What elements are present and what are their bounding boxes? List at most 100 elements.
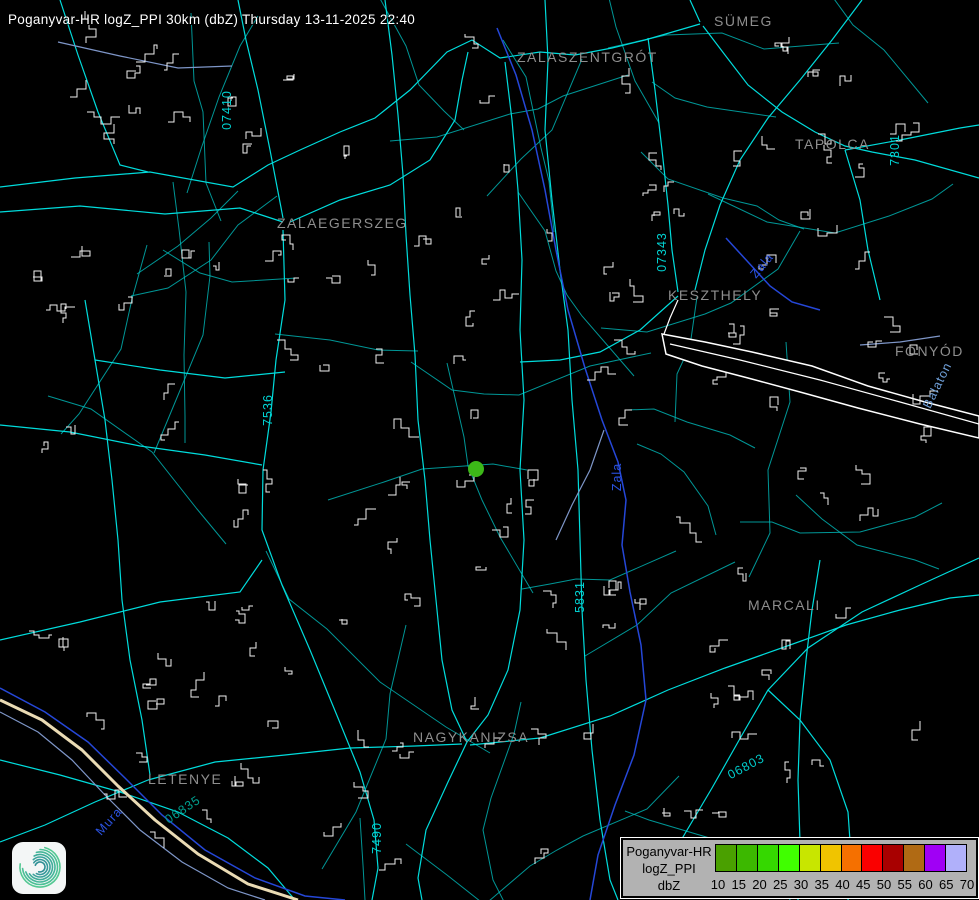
village-outline — [921, 427, 931, 443]
village-outline — [358, 730, 369, 747]
village-outline — [855, 164, 864, 177]
village-outline — [584, 724, 593, 739]
village-outline — [476, 567, 486, 570]
village-outline — [604, 262, 613, 274]
legend-swatch — [737, 845, 758, 871]
radar-map-screen: ZALASZENTGRÓTSÜMEGTAPOLCAZALAEGERSZEGKES… — [0, 0, 979, 900]
logo-arc — [20, 848, 60, 887]
legend-product-label: logZ_PPI — [642, 860, 695, 877]
city-label: LETENYE — [148, 771, 222, 787]
village-outline — [326, 276, 340, 283]
map-canvas: ZALASZENTGRÓTSÜMEGTAPOLCAZALAEGERSZEGKES… — [0, 0, 979, 900]
village-outline — [457, 475, 474, 487]
village-outline — [801, 209, 810, 219]
village-outline — [234, 510, 248, 527]
minor-road — [522, 551, 676, 589]
village-outline — [812, 760, 824, 766]
legend-swatch — [842, 845, 863, 871]
road-number-label: Zala — [610, 463, 624, 491]
village-outline — [268, 721, 278, 728]
village-outline — [739, 691, 753, 700]
village-outline — [884, 317, 900, 332]
legend-tick: 45 — [856, 877, 870, 892]
village-outline — [762, 136, 775, 149]
legend-swatch — [821, 845, 842, 871]
village-outline — [148, 699, 164, 709]
road-number-label: 7490 — [370, 822, 384, 854]
village-outline — [728, 686, 740, 700]
village-outline — [762, 670, 771, 680]
village-outline — [587, 367, 616, 380]
village-outline — [630, 279, 643, 302]
minor-road — [61, 245, 147, 434]
city-label: MARCALI — [748, 597, 821, 613]
city-label: FONYÓD — [895, 343, 964, 359]
village-outline — [635, 599, 646, 610]
road-number-label: 07343 — [655, 232, 669, 272]
minor-road — [518, 192, 634, 376]
village-outline — [405, 594, 420, 606]
village-outline — [785, 762, 790, 783]
minor-road — [173, 182, 186, 443]
village-outline — [860, 508, 878, 521]
village-outline — [454, 356, 466, 364]
legend-tick: 60 — [918, 877, 932, 892]
radar-echo-cell — [468, 461, 484, 477]
village-outline — [42, 442, 48, 453]
minor-road — [275, 334, 418, 351]
village-outline — [713, 373, 726, 384]
village-outline — [394, 419, 419, 437]
village-outline — [402, 482, 410, 489]
village-outline — [215, 696, 226, 706]
village-outline — [182, 250, 195, 258]
village-outline — [379, 859, 401, 870]
legend-swatch — [800, 845, 821, 871]
village-outline — [456, 208, 462, 217]
road-number-label: Balaton — [920, 360, 954, 411]
village-outline — [213, 262, 219, 270]
legend-text-block: Poganyvar-HR logZ_PPI dbZ — [623, 840, 715, 896]
village-outline — [238, 479, 248, 493]
village-outline — [770, 309, 779, 316]
village-outline — [603, 623, 615, 628]
village-outline — [622, 68, 630, 93]
city-label: ZALASZENTGRÓT — [517, 49, 658, 65]
minor-road — [601, 231, 800, 332]
village-outline — [504, 164, 509, 172]
minor-road — [503, 40, 554, 232]
village-outline — [662, 808, 670, 816]
village-outline — [161, 422, 179, 440]
village-outline — [320, 365, 329, 371]
minor-road — [487, 59, 582, 196]
minor-road — [585, 562, 735, 656]
legend-tick-row: 10152025303540455055606570 — [715, 877, 969, 895]
village-outline — [610, 292, 619, 301]
minor-road — [328, 464, 527, 500]
village-outline — [525, 500, 534, 514]
main-road-network — [0, 0, 979, 900]
village-outline — [775, 43, 788, 54]
legend-tick: 25 — [773, 877, 787, 892]
village-outline — [547, 629, 566, 650]
village-outline — [388, 538, 397, 554]
city-label: KESZTHELY — [668, 287, 762, 303]
village-outline — [339, 619, 347, 624]
minor-road — [641, 152, 804, 229]
legend-swatch — [946, 845, 966, 871]
legend-tick: 40 — [835, 877, 849, 892]
village-outline — [263, 470, 272, 492]
village-outline — [738, 568, 746, 581]
minor-road — [637, 444, 716, 535]
village-outline — [232, 776, 243, 786]
village-outline — [728, 324, 736, 337]
village-outline — [29, 631, 52, 638]
village-outline — [710, 640, 728, 652]
minor-road — [652, 82, 776, 117]
village-outline — [354, 782, 368, 798]
village-outline — [684, 810, 703, 818]
legend-tick: 65 — [939, 877, 953, 892]
village-outline — [543, 591, 556, 608]
village-outline — [168, 112, 190, 122]
legend-swatch — [862, 845, 883, 871]
village-outline — [59, 637, 68, 651]
